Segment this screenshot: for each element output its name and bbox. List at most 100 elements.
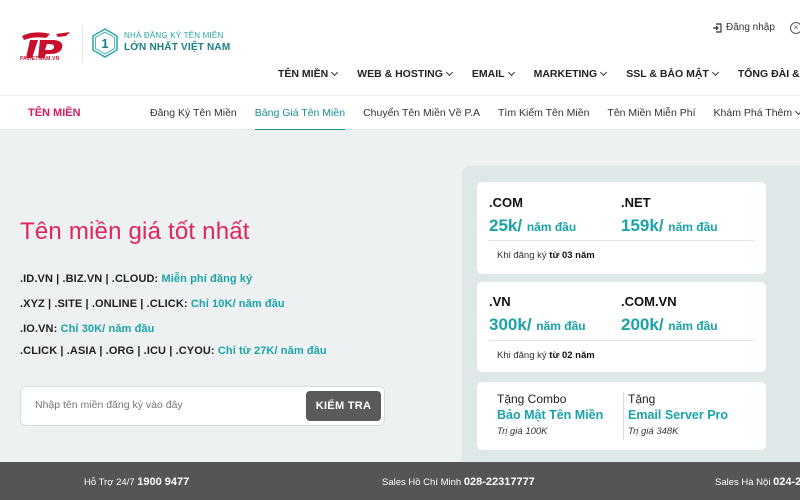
- nav-item-email[interactable]: EMAIL: [471, 68, 515, 80]
- brand-tagline: NHÀ ĐĂNG KÝ TÊN MIỀN LỚN NHẤT VIỆT NAM: [124, 31, 230, 53]
- card-note: Khi đăng ký từ 03 năm: [497, 250, 595, 261]
- gift-name[interactable]: Bảo Mật Tên Miền: [497, 408, 603, 422]
- subnav-label: Chuyển Tên Miền Về P.A: [363, 107, 480, 119]
- contact-label: Sales Hà Nội: [715, 477, 771, 488]
- contact-phone: 1900 9477: [137, 476, 190, 488]
- subnav-label: Khám Phá Thêm: [713, 107, 793, 119]
- gift-name[interactable]: Email Server Pro: [628, 408, 728, 422]
- check-domain-button[interactable]: KIỂM TRA: [306, 391, 381, 421]
- subnav-links: Đăng Ký Tên Miền Bảng Giá Tên Miền Chuyể…: [150, 96, 800, 131]
- main-navigation: TÊN MIỀN WEB & HOSTING EMAIL MARKETING S…: [278, 68, 800, 80]
- domain-search-input[interactable]: [35, 399, 295, 411]
- contact-label: Sales Hồ Chí Minh: [382, 477, 462, 488]
- subnav-label: Tên Miền Miễn Phí: [607, 107, 696, 119]
- tagline-line-1: NHÀ ĐĂNG KÝ TÊN MIỀN: [124, 31, 224, 40]
- extension-name: .COM.VN: [621, 294, 677, 309]
- contact-bar: Hỗ Trợ 24/7 1900 9477 Sales Hồ Chí Minh …: [0, 462, 800, 500]
- pricing-card-vn-comvn: .VN 300k/ năm đầu .COM.VN 200k/ năm đầu …: [477, 282, 766, 372]
- price-unit: năm đầu: [526, 220, 577, 234]
- subnav-register-domain[interactable]: Đăng Ký Tên Miền: [150, 96, 237, 131]
- gift-heading: Tặng: [628, 392, 656, 406]
- price-unit: năm đầu: [668, 319, 718, 333]
- hero-section: Tên miền giá tốt nhất .ID.VN | .BIZ.VN |…: [0, 130, 800, 462]
- promo-line: .IO.VN: Chỉ 30K/ năm đầu: [20, 323, 154, 335]
- subnav-domain-pricing[interactable]: Bảng Giá Tên Miền: [254, 96, 346, 131]
- login-label: Đăng nhập: [726, 22, 775, 33]
- price-col-net: .NET 159k/ năm đầu: [621, 195, 718, 236]
- extension-price: 25k/ năm đầu: [489, 216, 576, 236]
- nav-item-domain[interactable]: TÊN MIỀN: [278, 68, 339, 80]
- login-icon: [713, 22, 722, 33]
- chevron-down-icon: [507, 68, 515, 77]
- gift-value: Trị giá 348K: [628, 426, 679, 437]
- promo-line: .XYZ | .SITE | .ONLINE | .CLICK: Chỉ 10K…: [20, 298, 285, 310]
- subnav-label: Bảng Giá Tên Miền: [254, 107, 346, 119]
- site-header: PAVIETNAM.VN 1 NHÀ ĐĂNG KÝ TÊN MIỀN LỚN …: [0, 0, 800, 95]
- extension-name: .COM: [489, 195, 523, 210]
- pricing-card-com-net: .COM 25k/ năm đầu .NET 159k/ năm đầu Khi…: [477, 182, 766, 274]
- support-contact[interactable]: Hỗ Trợ 24/7 1900 9477: [84, 476, 189, 488]
- login-link[interactable]: Đăng nhập: [712, 22, 775, 33]
- nav-item-switchboard-invoice[interactable]: TỔNG ĐÀI & HÓA Đ: [738, 68, 800, 80]
- nav-label: WEB & HOSTING: [357, 68, 443, 80]
- sub-navigation: TÊN MIỀN Đăng Ký Tên Miền Bảng Giá Tên M…: [0, 95, 800, 131]
- contact-label: Hỗ Trợ 24/7: [84, 477, 135, 488]
- card-note: Khi đăng ký từ 02 năm: [497, 350, 595, 361]
- price-unit: năm đầu: [668, 220, 718, 234]
- subnav-label: Đăng Ký Tên Miền: [150, 107, 237, 119]
- subnav-section-title: TÊN MIỀN: [28, 107, 81, 119]
- logo-text: PAVIETNAM.VN: [20, 56, 60, 62]
- subnav-search-domain[interactable]: Tìm Kiếm Tên Miền: [498, 96, 589, 131]
- price-value: 25k/: [489, 216, 523, 235]
- extension-name: .NET: [621, 195, 651, 210]
- chevron-down-icon: [445, 68, 453, 77]
- price-col-com: .COM 25k/ năm đầu: [489, 195, 576, 236]
- note-prefix: Khi đăng ký: [497, 350, 547, 361]
- card-divider: [489, 340, 754, 341]
- header-divider: [82, 26, 83, 62]
- promo-extensions: .XYZ | .SITE | .ONLINE | .CLICK:: [20, 298, 188, 310]
- sales-hcm-contact[interactable]: Sales Hồ Chí Minh 028-22317777: [382, 476, 535, 488]
- note-prefix: Khi đăng ký: [497, 250, 547, 261]
- price-value: 159k/: [621, 216, 664, 235]
- subnav-transfer-domain[interactable]: Chuyển Tên Miền Về P.A: [363, 96, 480, 131]
- combo-divider: [623, 392, 624, 440]
- nav-label: TỔNG ĐÀI & HÓA Đ: [737, 68, 800, 80]
- close-icon[interactable]: ×: [790, 22, 800, 34]
- gift-combo-card: Tặng Combo Bảo Mật Tên Miền Trị giá 100K…: [477, 382, 766, 450]
- subnav-free-domain[interactable]: Tên Miền Miễn Phí: [607, 96, 695, 131]
- chevron-down-icon: [795, 107, 800, 116]
- nav-item-web-hosting[interactable]: WEB & HOSTING: [357, 68, 453, 80]
- price-col-comvn: .COM.VN 200k/ năm đầu: [621, 294, 718, 335]
- extension-price: 200k/ năm đầu: [621, 315, 718, 335]
- price-value: 200k/: [621, 315, 664, 334]
- promo-offer: Miễn phí đăng ký: [161, 273, 253, 285]
- sales-hn-contact[interactable]: Sales Hà Nội 024-2: [715, 476, 800, 488]
- promo-offer: Chỉ từ 27K/ năm đầu: [217, 345, 327, 357]
- number-one-badge-icon: 1: [92, 28, 118, 58]
- note-term: từ 02 năm: [549, 350, 595, 361]
- nav-label: MARKETING: [533, 68, 598, 80]
- nav-item-ssl-security[interactable]: SSL & BẢO MẬT: [626, 68, 719, 80]
- contact-phone: 024-2: [773, 476, 800, 488]
- price-col-vn: .VN 300k/ năm đầu: [489, 294, 586, 335]
- price-value: 300k/: [489, 315, 532, 334]
- promo-line: .CLICK | .ASIA | .ORG | .ICU | .CYOU: Ch…: [20, 345, 327, 357]
- nav-label: TÊN MIỀN: [278, 68, 329, 80]
- gift-security: Tặng Combo Bảo Mật Tên Miền Trị giá 100K: [497, 392, 603, 437]
- note-term: từ 03 năm: [549, 250, 595, 261]
- nav-label: EMAIL: [471, 68, 505, 80]
- contact-phone: 028-22317777: [463, 476, 535, 488]
- nav-item-marketing[interactable]: MARKETING: [533, 68, 608, 80]
- gift-value: Trị giá 100K: [497, 426, 548, 437]
- extension-price: 300k/ năm đầu: [489, 315, 586, 335]
- promo-extensions: .CLICK | .ASIA | .ORG | .ICU | .CYOU:: [20, 345, 215, 357]
- chevron-down-icon: [331, 68, 339, 77]
- promo-extensions: .ID.VN | .BIZ.VN | .CLOUD:: [20, 273, 159, 285]
- promo-extensions: .IO.VN:: [20, 323, 58, 335]
- nav-label: SSL & BẢO MẬT: [626, 68, 709, 80]
- extension-price: 159k/ năm đầu: [621, 216, 718, 236]
- promo-offer: Chỉ 10K/ năm đầu: [190, 298, 285, 310]
- subnav-explore-more[interactable]: Khám Phá Thêm: [714, 96, 800, 131]
- badge-number: 1: [101, 36, 108, 51]
